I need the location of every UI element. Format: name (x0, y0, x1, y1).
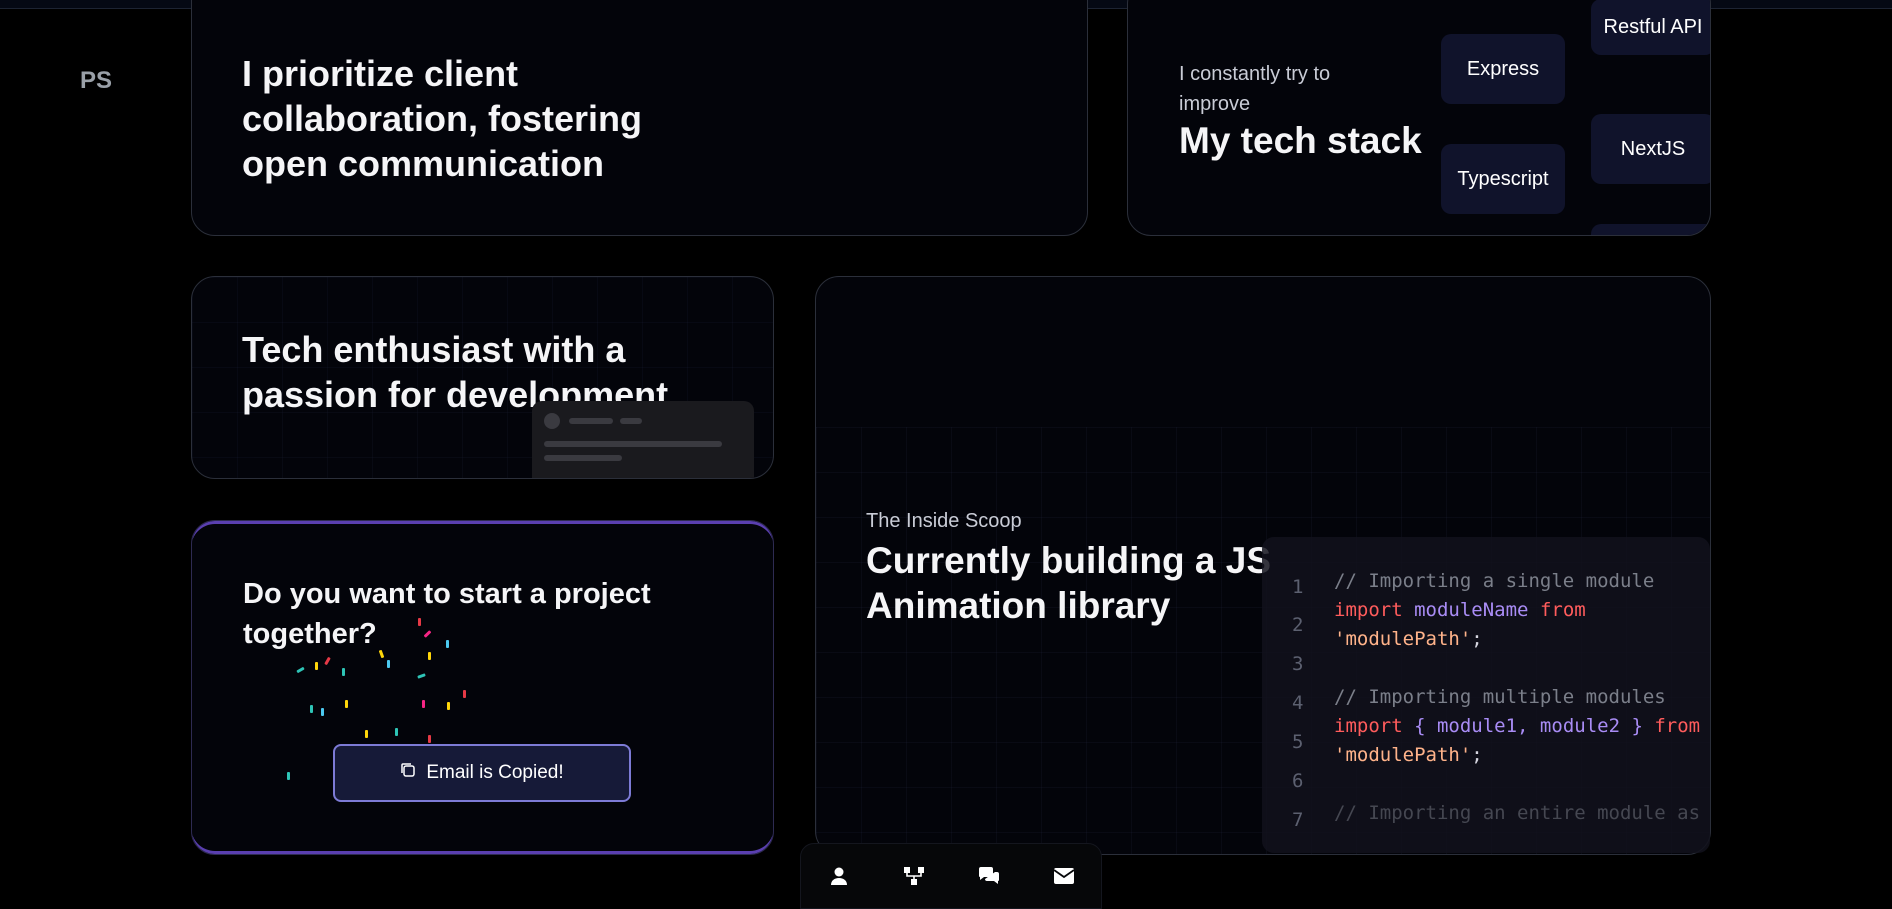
confetti-piece (428, 652, 431, 660)
confetti-piece (315, 662, 318, 670)
confetti-piece (342, 668, 345, 676)
line-number: 6 (1292, 770, 1304, 792)
pill-typescript: Typescript (1441, 144, 1565, 214)
tech-stack-title: My tech stack (1179, 120, 1422, 161)
pill-restful-api: Restful API (1591, 0, 1710, 55)
comments-icon[interactable] (975, 862, 1003, 890)
pill-partial (1591, 224, 1710, 235)
confetti-piece (310, 705, 313, 713)
line-number: 1 (1292, 576, 1304, 598)
project-card: Do you want to start a project together? (191, 520, 774, 855)
enthusiast-card: Tech enthusiast with a passion for devel… (191, 276, 774, 479)
collaboration-headline: I prioritize client collaboration, foste… (242, 53, 643, 184)
line-number: 4 (1292, 692, 1304, 714)
inside-scoop-kicker: The Inside Scoop (866, 510, 1022, 532)
confetti-piece (321, 708, 324, 716)
code-line: // Importing an entire module as (1334, 802, 1701, 824)
skeleton-card (532, 401, 754, 478)
site-logo[interactable]: PS (80, 67, 112, 95)
code-editor: 1 2 3 4 5 6 7 // Importing a single modu… (1262, 537, 1710, 853)
skeleton-avatar (544, 413, 560, 429)
confetti-piece (463, 690, 466, 698)
skeleton-line (620, 418, 642, 424)
code-line: // Importing a single module (1334, 570, 1655, 592)
pill-express: Express (1441, 34, 1565, 104)
confetti-piece (447, 702, 450, 710)
tech-stack-card: I constantly try to improve My tech stac… (1127, 0, 1711, 236)
skeleton-line (544, 455, 622, 461)
line-number: 2 (1292, 614, 1304, 636)
pill-nextjs: NextJS (1591, 114, 1710, 184)
code-line: 'modulePath'; (1334, 628, 1483, 650)
confetti-piece (428, 735, 431, 743)
line-number: 3 (1292, 653, 1304, 675)
confetti-piece (395, 728, 398, 736)
confetti-piece (345, 700, 348, 708)
network-icon[interactable] (900, 862, 928, 890)
confetti-piece (446, 640, 449, 648)
code-line: // Importing multiple modules (1334, 686, 1666, 708)
confetti-piece (422, 700, 425, 708)
floating-dock (800, 843, 1102, 909)
code-line: import { module1, module2 } from (1334, 715, 1701, 737)
confetti-piece (287, 772, 290, 780)
skeleton-line (569, 418, 613, 424)
envelope-icon[interactable] (1050, 862, 1078, 890)
collaboration-card: I prioritize client collaboration, foste… (191, 0, 1088, 236)
confetti-piece (365, 730, 368, 738)
copy-icon (400, 762, 416, 784)
skeleton-line (544, 441, 722, 447)
copy-email-label: Email is Copied! (426, 762, 564, 783)
user-icon[interactable] (825, 862, 853, 890)
tech-stack-kicker: I constantly try to improve (1179, 63, 1331, 115)
confetti-piece (418, 618, 421, 626)
confetti-piece (387, 660, 390, 668)
inside-scoop-headline: Currently building a JS Animation librar… (866, 540, 1271, 626)
code-line: import moduleName from (1334, 599, 1586, 621)
line-number: 5 (1292, 731, 1304, 753)
copy-email-button[interactable]: Email is Copied! (333, 744, 631, 802)
code-line: 'modulePath'; (1334, 744, 1483, 766)
line-number: 7 (1292, 809, 1304, 831)
